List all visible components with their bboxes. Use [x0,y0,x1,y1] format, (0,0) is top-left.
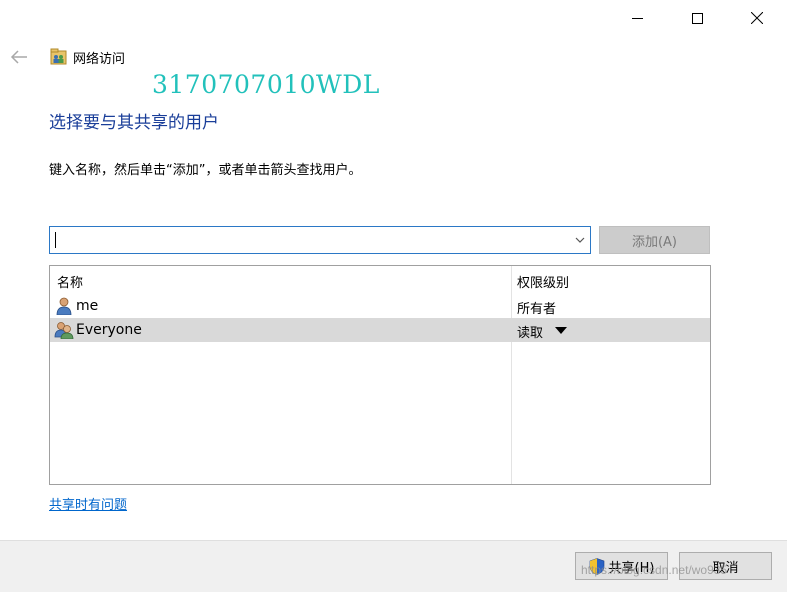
maximize-button[interactable] [667,0,727,36]
user-name: me [76,298,99,314]
users-group-icon [54,322,74,339]
back-arrow-icon[interactable] [10,50,28,64]
permission-level[interactable]: 读取 [517,322,543,341]
student-id-watermark: 3170707010WDL [152,70,380,99]
list-item[interactable]: me 所有者 [50,294,710,318]
user-name: Everyone [76,322,142,338]
minimize-button[interactable] [607,0,667,36]
add-button[interactable]: 添加(A) [599,226,710,254]
user-list[interactable]: 名称 权限级别 me 所有者 Everyone 读取 [49,265,711,485]
instruction-text: 键入名称，然后单击“添加”，或者单击箭头查找用户。 [49,163,362,178]
text-caret [55,232,56,248]
chevron-down-icon[interactable] [575,236,585,244]
sharing-help-link[interactable]: 共享时有问题 [49,494,127,513]
column-header-name[interactable]: 名称 [57,272,83,291]
url-watermark: https://blog.csdn.net/wo935 [581,563,728,577]
dropdown-arrow-icon[interactable] [555,327,567,334]
column-header-permission[interactable]: 权限级别 [517,272,569,291]
close-icon [751,12,763,24]
user-name-combobox[interactable] [49,226,591,254]
user-icon [56,297,72,315]
permission-level: 所有者 [517,302,557,317]
page-heading: 选择要与其共享的用户 [49,113,219,133]
minimize-icon [631,17,643,19]
network-share-icon [50,48,67,65]
window-title: 网络访问 [73,52,126,67]
close-button[interactable] [727,0,787,36]
list-item[interactable]: Everyone 读取 [50,318,710,342]
maximize-icon [691,12,703,24]
